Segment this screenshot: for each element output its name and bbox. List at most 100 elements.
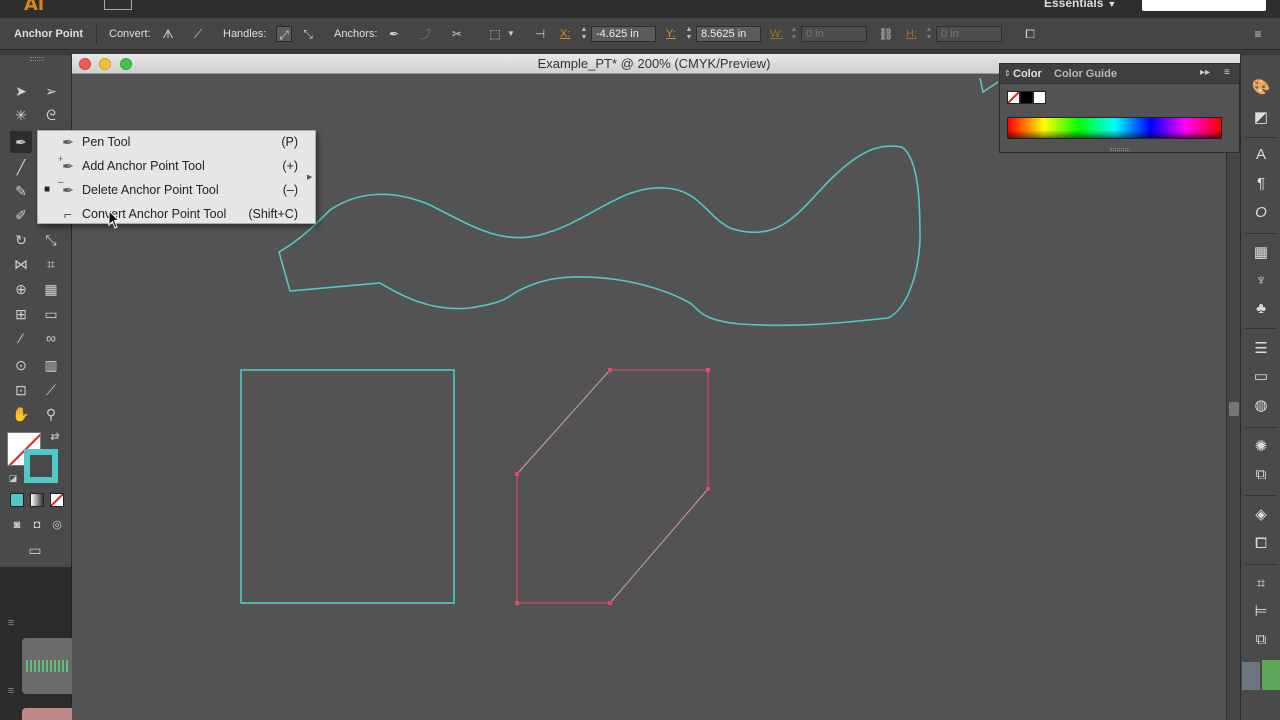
flyout-tearoff-arrow-icon[interactable]: ▶: [307, 173, 312, 181]
transparency-panel-icon[interactable]: ◍: [1251, 396, 1271, 416]
opentype-panel-icon[interactable]: O: [1251, 203, 1271, 223]
flyout-item-delete-anchor-point-tool[interactable]: ■ ✒ – Delete Anchor Point Tool (–): [38, 177, 315, 203]
align-icon[interactable]: ⊣: [532, 26, 548, 42]
search-input[interactable]: [1142, 0, 1266, 11]
flyout-item-pen-tool[interactable]: ✒ Pen Tool (P): [38, 131, 315, 155]
panel-grip[interactable]: [30, 57, 44, 61]
symbol-sprayer-tool-icon[interactable]: ⊙: [10, 354, 32, 376]
zoom-tool-icon[interactable]: ⚲: [40, 403, 62, 425]
transform-panel-icon[interactable]: ⌗: [1251, 574, 1271, 594]
swatches-panel-icon[interactable]: ▦: [1251, 243, 1271, 263]
convert-corner-icon[interactable]: ᗑ: [160, 26, 176, 42]
show-handles-icon[interactable]: ⤢: [276, 26, 292, 42]
mesh-tool-icon[interactable]: ⊞: [10, 303, 32, 325]
line-tool-icon[interactable]: ╱: [10, 156, 32, 178]
blend-tool-icon[interactable]: ∞: [40, 327, 62, 349]
dock-tab[interactable]: [1242, 662, 1260, 690]
color-panel-icon[interactable]: 🎨: [1251, 78, 1271, 98]
draw-behind-icon[interactable]: ◘: [26, 514, 48, 536]
none-swatch[interactable]: [1007, 91, 1020, 104]
isolate-icon[interactable]: ⬚: [487, 26, 503, 42]
chevron-down-icon[interactable]: ▼: [503, 26, 519, 42]
y-field[interactable]: 8.5625 in: [696, 26, 761, 42]
color-mode-icon[interactable]: [10, 493, 24, 507]
graphic-styles-panel-icon[interactable]: ⧉: [1251, 465, 1271, 485]
anchor-point[interactable]: [706, 487, 710, 491]
align-panel-icon[interactable]: ⊨: [1251, 602, 1271, 622]
appearance-panel-icon[interactable]: ✺: [1251, 437, 1271, 457]
pathfinder-panel-icon[interactable]: ⧉: [1251, 630, 1271, 650]
symbols-panel-icon[interactable]: ♣: [1251, 299, 1271, 319]
shape-builder-tool-icon[interactable]: ⊕: [10, 278, 32, 300]
workspace-switcher[interactable]: Essentials ▼: [1044, 0, 1116, 10]
rotate-tool-icon[interactable]: ↻: [10, 229, 32, 251]
transform-icon[interactable]: ⧠: [1022, 26, 1038, 42]
free-transform-tool-icon[interactable]: ⌗: [40, 253, 62, 275]
panel-options-toggle-icon[interactable]: ⇕: [1004, 69, 1011, 78]
paintbrush-tool-icon[interactable]: ✎: [10, 180, 32, 202]
swap-fill-stroke-icon[interactable]: ⇄: [44, 426, 66, 448]
eyedropper-tool-icon[interactable]: ⁄: [10, 327, 32, 349]
x-stepper[interactable]: ▲ ▼: [579, 26, 589, 42]
wavy-shape[interactable]: [278, 145, 921, 327]
anchor-point[interactable]: [515, 472, 519, 476]
gradient-mode-icon[interactable]: [30, 493, 44, 507]
tab-color[interactable]: Color: [1013, 68, 1042, 80]
width-tool-icon[interactable]: ⋈: [10, 253, 32, 275]
anchor-point[interactable]: [706, 368, 710, 372]
gradient-tool-icon[interactable]: ▭: [40, 303, 62, 325]
cut-path-icon[interactable]: ✂: [449, 26, 465, 42]
slice-tool-icon[interactable]: ⟋: [40, 379, 62, 401]
vertical-scrollbar[interactable]: [1226, 74, 1240, 720]
none-mode-icon[interactable]: [50, 493, 64, 507]
hand-tool-icon[interactable]: ✋: [10, 403, 32, 425]
selected-polygon[interactable]: [516, 369, 709, 604]
remove-anchor-icon[interactable]: ✒: [386, 26, 402, 42]
paragraph-panel-icon[interactable]: ¶: [1251, 174, 1271, 194]
character-panel-icon[interactable]: A: [1251, 145, 1271, 165]
flyout-item-add-anchor-point-tool[interactable]: ✒ + Add Anchor Point Tool (+): [38, 154, 315, 179]
direct-selection-tool-icon[interactable]: ➢: [40, 80, 62, 102]
flyout-item-convert-anchor-point-tool[interactable]: ⌐ Convert Anchor Point Tool (Shift+C): [38, 203, 315, 227]
audio-clip-thumbnail[interactable]: [22, 638, 72, 694]
black-swatch[interactable]: [1020, 91, 1033, 104]
anchor-point[interactable]: [608, 601, 612, 605]
collapse-panel-icon[interactable]: ▸▸: [1200, 67, 1210, 78]
brushes-panel-icon[interactable]: ♆: [1251, 271, 1271, 291]
panel-menu-icon[interactable]: ≡: [1224, 67, 1230, 78]
color-spectrum[interactable]: [1007, 117, 1222, 139]
blob-brush-tool-icon[interactable]: ✐: [10, 204, 32, 226]
convert-smooth-icon[interactable]: ⟋: [190, 26, 206, 42]
y-stepper[interactable]: ▲ ▼: [684, 26, 694, 42]
pen-tool-icon[interactable]: ✒: [10, 131, 32, 153]
bridge-menu-icon[interactable]: [104, 0, 132, 10]
clip-thumbnail[interactable]: [22, 708, 72, 720]
square-shape[interactable]: [240, 369, 455, 604]
stroke-panel-icon[interactable]: ☰: [1251, 339, 1271, 359]
default-colors-icon[interactable]: ◪: [2, 467, 24, 489]
constrain-link-icon[interactable]: ⛓: [878, 26, 894, 42]
white-swatch[interactable]: [1033, 91, 1046, 104]
graph-tool-icon[interactable]: ▥: [40, 354, 62, 376]
artboard-tool-icon[interactable]: ⊡: [10, 379, 32, 401]
perspective-grid-tool-icon[interactable]: ▦: [40, 278, 62, 300]
dock-tab-green[interactable]: [1262, 660, 1280, 690]
scale-tool-icon[interactable]: ⤡: [40, 229, 62, 251]
artboards-panel-icon[interactable]: ⧠: [1251, 534, 1271, 554]
x-field[interactable]: -4.625 in: [591, 26, 656, 42]
draw-inside-icon[interactable]: ◎: [46, 514, 68, 536]
gradient-panel-icon[interactable]: ▭: [1251, 367, 1271, 387]
anchor-point[interactable]: [515, 601, 519, 605]
layers-panel-icon[interactable]: ◈: [1251, 505, 1271, 525]
selection-tool-icon[interactable]: ➤: [10, 80, 32, 102]
magic-wand-tool-icon[interactable]: ✳: [10, 104, 32, 126]
panel-menu-icon[interactable]: ≡: [1250, 26, 1266, 42]
screen-mode-icon[interactable]: ▭: [24, 539, 46, 561]
scroll-thumb[interactable]: [1229, 402, 1239, 416]
color-guide-icon[interactable]: ◩: [1251, 108, 1271, 128]
tab-color-guide[interactable]: Color Guide: [1054, 68, 1117, 80]
stroke-swatch[interactable]: [24, 449, 58, 483]
draw-normal-icon[interactable]: ◙: [6, 514, 28, 536]
anchor-point[interactable]: [608, 368, 612, 372]
lasso-tool-icon[interactable]: ᘓ: [40, 104, 62, 126]
